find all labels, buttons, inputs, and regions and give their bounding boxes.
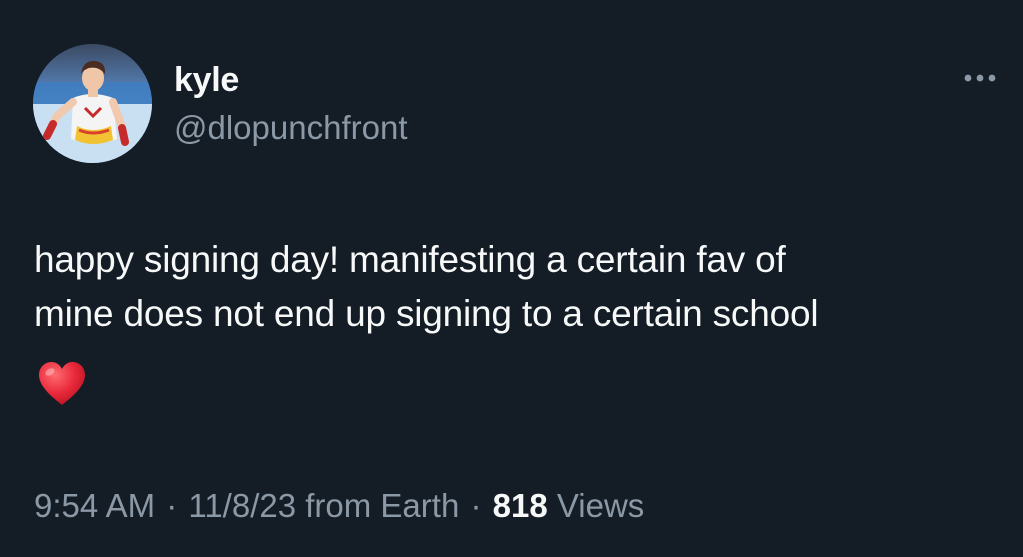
- tweet-time[interactable]: 9:54 AM: [34, 487, 155, 524]
- more-options-button[interactable]: [962, 66, 998, 90]
- tweet-card: kyle @dlopunchfront happy signing day! m…: [0, 0, 1023, 557]
- separator-dot: ·: [470, 487, 482, 524]
- more-horizontal-icon: [964, 74, 996, 82]
- views-count[interactable]: 818: [493, 487, 548, 524]
- display-name[interactable]: kyle: [174, 60, 407, 100]
- tweet-source: from Earth: [305, 487, 460, 524]
- separator-dot: ·: [166, 487, 178, 524]
- user-info: kyle @dlopunchfront: [174, 60, 407, 148]
- red-heart-emoji-icon: [37, 361, 87, 407]
- tweet-metadata: 9:54 AM · 11/8/23 from Earth · 818 Views: [34, 484, 644, 528]
- tweet-text: happy signing day! manifesting a certain…: [34, 233, 1009, 341]
- profile-photo-icon: [33, 44, 152, 163]
- tweet-text-line: happy signing day! manifesting a certain…: [34, 239, 786, 280]
- tweet-date[interactable]: 11/8/23: [188, 487, 296, 524]
- avatar[interactable]: [33, 44, 152, 163]
- views-label: Views: [556, 487, 645, 524]
- tweet-text-line: mine does not end up signing to a certai…: [34, 293, 819, 334]
- username-handle[interactable]: @dlopunchfront: [174, 108, 407, 148]
